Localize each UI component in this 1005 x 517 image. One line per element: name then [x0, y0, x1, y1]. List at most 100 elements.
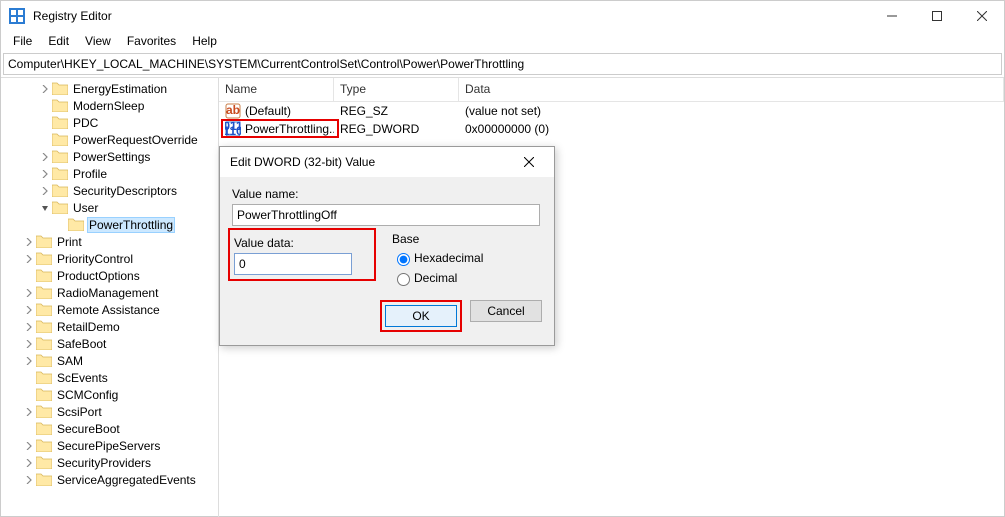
maximize-button[interactable]: [914, 1, 959, 31]
cell-data: 0x00000000 (0): [465, 122, 549, 136]
expander-icon[interactable]: [23, 440, 35, 452]
value-name-field: PowerThrottlingOff: [232, 204, 540, 226]
radio-dec-label: Decimal: [414, 271, 457, 285]
tree-item[interactable]: Remote Assistance: [1, 301, 218, 318]
expander-icon[interactable]: [23, 236, 35, 248]
tree-item[interactable]: ScEvents: [1, 369, 218, 386]
close-button[interactable]: [959, 1, 1004, 31]
tree-label: ScEvents: [55, 371, 110, 385]
tree-item[interactable]: ProductOptions: [1, 267, 218, 284]
tree-label: PDC: [71, 116, 100, 130]
list-header: Name Type Data: [219, 78, 1004, 102]
tree-item[interactable]: SAM: [1, 352, 218, 369]
menu-file[interactable]: File: [5, 32, 40, 50]
tree-item[interactable]: PowerThrottling: [1, 216, 218, 233]
menu-view[interactable]: View: [77, 32, 119, 50]
expander-icon[interactable]: [23, 338, 35, 350]
expander-icon[interactable]: [39, 151, 51, 163]
menu-help[interactable]: Help: [184, 32, 225, 50]
tree-label: SecurePipeServers: [55, 439, 162, 453]
tree-item[interactable]: PowerSettings: [1, 148, 218, 165]
cell-type: REG_DWORD: [340, 122, 419, 136]
cancel-label: Cancel: [487, 304, 524, 318]
address-text: Computer\HKEY_LOCAL_MACHINE\SYSTEM\Curre…: [8, 57, 524, 71]
ok-highlight: OK: [380, 300, 462, 332]
tree-label: EnergyEstimation: [71, 82, 169, 96]
tree-label: SCMConfig: [55, 388, 120, 402]
menu-favorites[interactable]: Favorites: [119, 32, 184, 50]
tree-item[interactable]: ServiceAggregatedEvents: [1, 471, 218, 488]
tree-item[interactable]: SecureBoot: [1, 420, 218, 437]
expander-icon[interactable]: [23, 304, 35, 316]
cell-type: REG_SZ: [340, 104, 388, 118]
tree-item[interactable]: SafeBoot: [1, 335, 218, 352]
tree-item[interactable]: SecurePipeServers: [1, 437, 218, 454]
list-row[interactable]: ab (Default) REG_SZ (value not set): [219, 102, 1004, 120]
tree-item[interactable]: PriorityControl: [1, 250, 218, 267]
tree-item[interactable]: ModernSleep: [1, 97, 218, 114]
tree-item[interactable]: RadioManagement: [1, 284, 218, 301]
tree-item[interactable]: ScsiPort: [1, 403, 218, 420]
svg-text:ab: ab: [226, 103, 240, 117]
title-bar: Registry Editor: [1, 1, 1004, 31]
tree-label: PowerSettings: [71, 150, 152, 164]
expander-icon[interactable]: [39, 185, 51, 197]
tree-item[interactable]: EnergyEstimation: [1, 80, 218, 97]
expander-icon[interactable]: [23, 355, 35, 367]
tree-pane[interactable]: EnergyEstimationModernSleep PDC PowerReque…: [1, 78, 219, 517]
tree-item[interactable]: SecurityProviders: [1, 454, 218, 471]
tree-label: PowerThrottling: [87, 217, 175, 233]
cell-data: (value not set): [465, 104, 541, 118]
radio-dec-row[interactable]: Decimal: [392, 270, 542, 286]
ok-button[interactable]: OK: [385, 305, 457, 327]
radio-hex-row[interactable]: Hexadecimal: [392, 250, 542, 266]
tree-item[interactable]: SCMConfig: [1, 386, 218, 403]
expander-icon[interactable]: [23, 287, 35, 299]
tree-item[interactable]: SecurityDescriptors: [1, 182, 218, 199]
tree-label: ServiceAggregatedEvents: [55, 473, 198, 487]
tree-item[interactable]: Print: [1, 233, 218, 250]
minimize-button[interactable]: [869, 1, 914, 31]
dialog-close-button[interactable]: [514, 154, 544, 170]
dialog-buttons: OK Cancel: [220, 296, 554, 342]
edit-dword-dialog: Edit DWORD (32-bit) Value Value name: Po…: [219, 146, 555, 346]
tree-item[interactable]: Profile: [1, 165, 218, 182]
svg-text:110: 110: [225, 124, 241, 137]
cell-name: (Default): [245, 104, 291, 118]
cancel-button[interactable]: Cancel: [470, 300, 542, 322]
radio-hex[interactable]: [397, 253, 410, 266]
address-bar[interactable]: Computer\HKEY_LOCAL_MACHINE\SYSTEM\Curre…: [3, 53, 1002, 75]
tree-label: PowerRequestOverride: [71, 133, 200, 147]
cell-name: PowerThrottling...: [245, 122, 334, 136]
radio-dec[interactable]: [397, 273, 410, 286]
value-data-input[interactable]: [234, 253, 352, 275]
menu-edit[interactable]: Edit: [40, 32, 77, 50]
tree-item[interactable]: PowerRequestOverride: [1, 131, 218, 148]
expander-icon[interactable]: [39, 83, 51, 95]
tree-label: Print: [55, 235, 84, 249]
list-row[interactable]: 011110PowerThrottling...REG_DWORD0x00000…: [219, 120, 1004, 138]
tree-item[interactable]: PDC: [1, 114, 218, 131]
dialog-title-bar[interactable]: Edit DWORD (32-bit) Value: [220, 147, 554, 177]
tree-label: SafeBoot: [55, 337, 108, 351]
value-name-text: PowerThrottlingOff: [237, 208, 337, 222]
col-header-type[interactable]: Type: [334, 78, 459, 101]
expander-icon[interactable]: [23, 406, 35, 418]
tree-label: RetailDemo: [55, 320, 122, 334]
tree-item[interactable]: RetailDemo: [1, 318, 218, 335]
expander-icon[interactable]: [39, 202, 51, 214]
radio-hex-label: Hexadecimal: [414, 251, 483, 265]
col-header-data[interactable]: Data: [459, 78, 1004, 101]
ok-label: OK: [412, 309, 429, 323]
tree-label: PriorityControl: [55, 252, 135, 266]
window-controls: [869, 1, 1004, 31]
tree-label: ScsiPort: [55, 405, 104, 419]
expander-icon[interactable]: [23, 321, 35, 333]
expander-icon[interactable]: [23, 457, 35, 469]
expander-icon[interactable]: [39, 168, 51, 180]
tree-label: SecurityProviders: [55, 456, 153, 470]
expander-icon[interactable]: [23, 474, 35, 486]
col-header-name[interactable]: Name: [219, 78, 334, 101]
tree-item[interactable]: User: [1, 199, 218, 216]
expander-icon[interactable]: [23, 253, 35, 265]
